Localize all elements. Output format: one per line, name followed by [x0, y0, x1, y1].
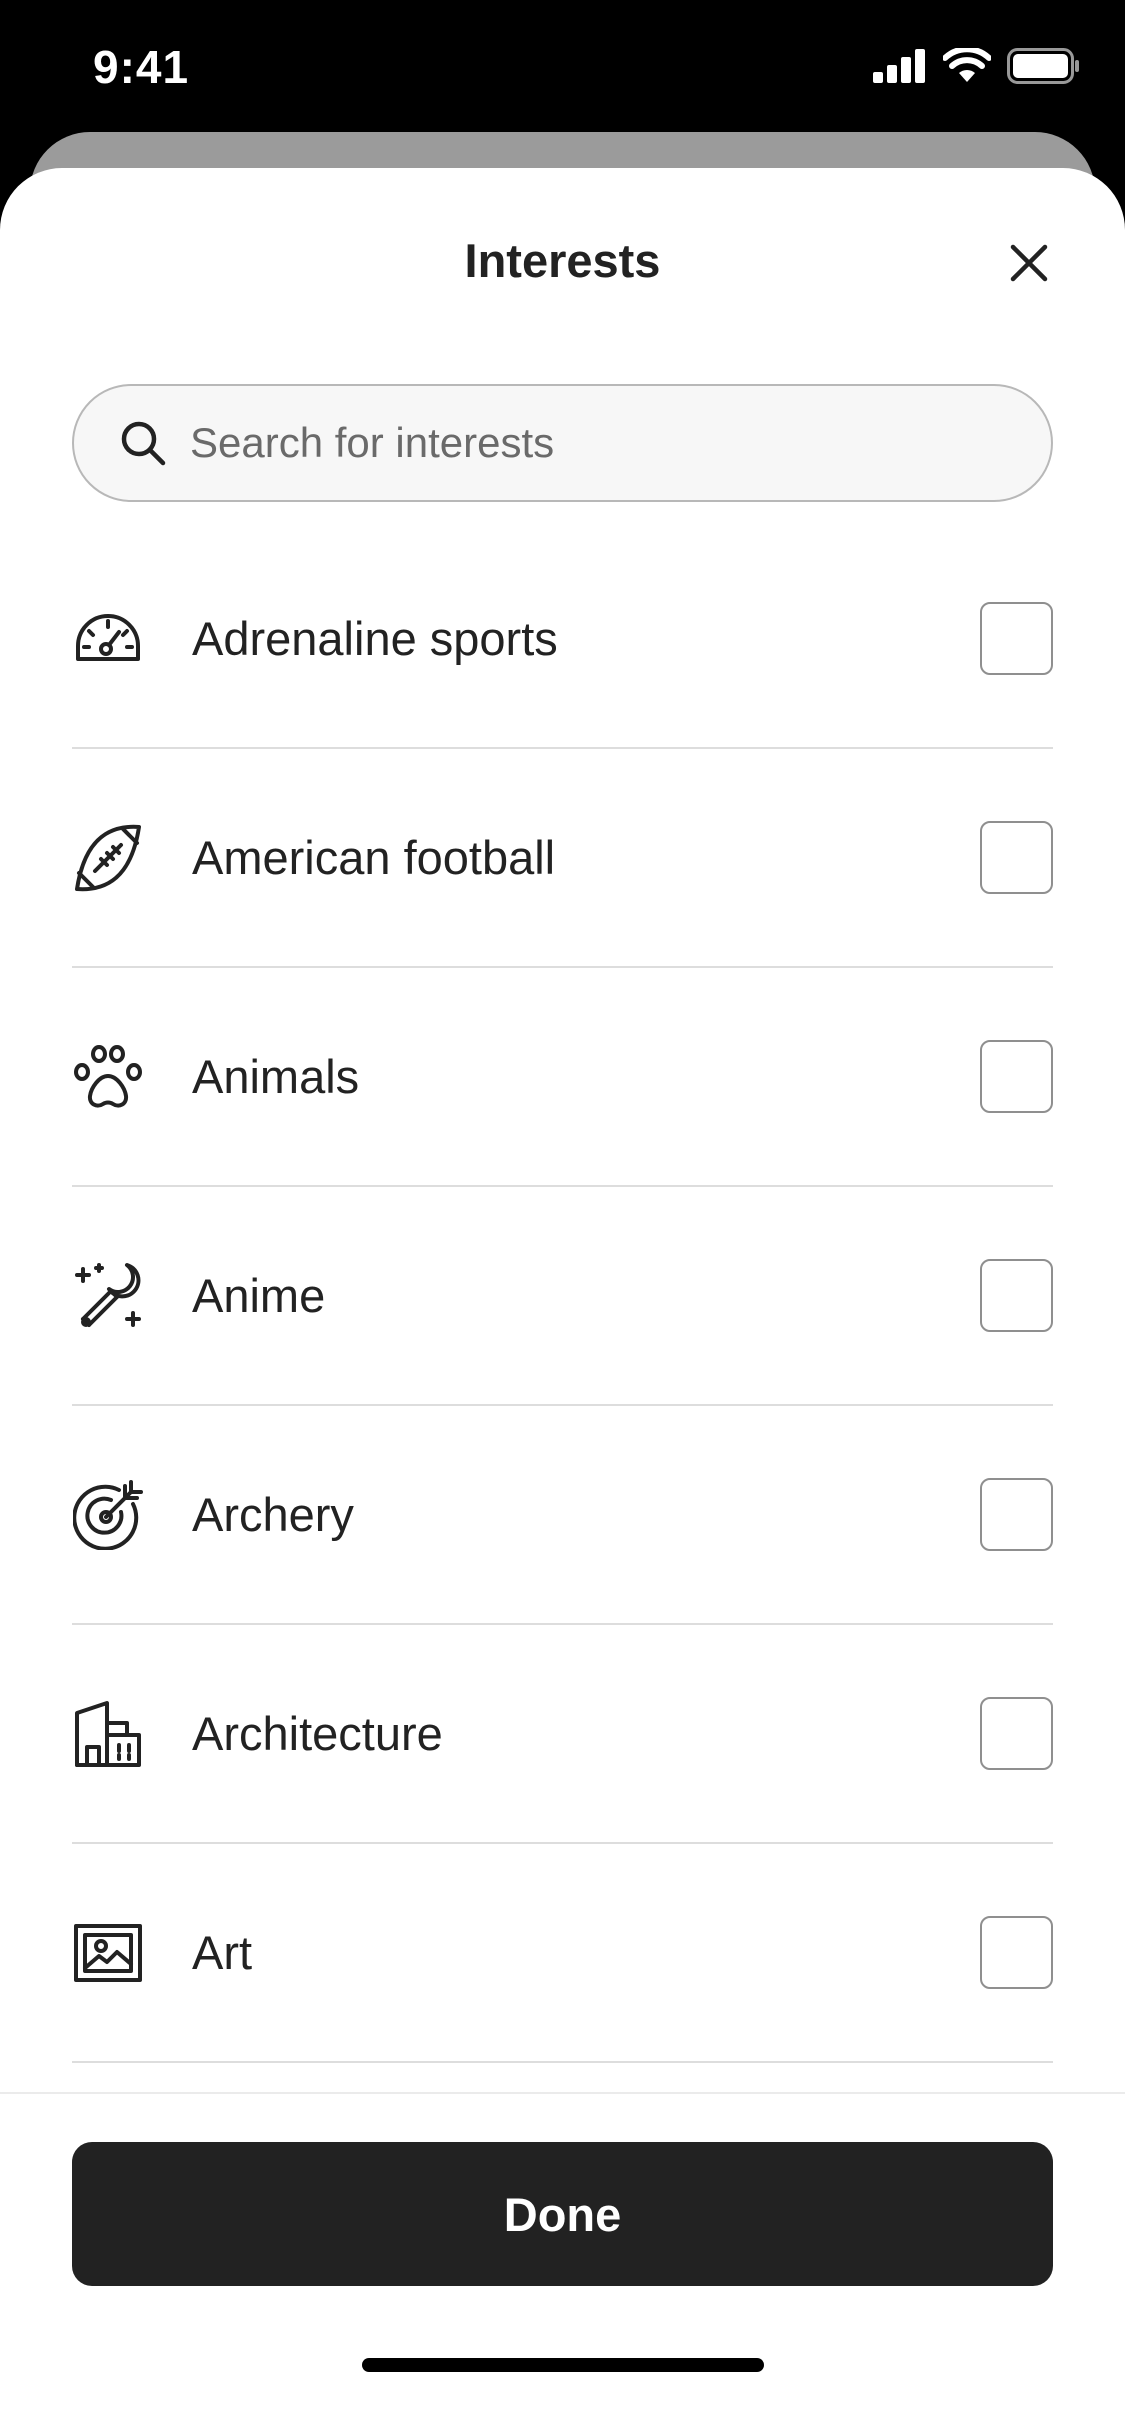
interests-sheet: Interests Search for interests Adrenalin… [0, 168, 1125, 2436]
footer: Done [0, 2092, 1125, 2436]
interest-row-adrenaline-sports[interactable]: Adrenaline sports [72, 530, 1053, 749]
interest-label: Anime [192, 1269, 326, 1322]
interest-checkbox[interactable] [980, 1696, 1053, 1770]
interest-label: Adrenaline sports [192, 612, 558, 665]
close-icon [1010, 244, 1048, 282]
building-icon [72, 1698, 144, 1770]
status-icons [873, 48, 1081, 84]
american-football-icon [72, 822, 144, 894]
interest-label: Animals [192, 1050, 360, 1103]
sheet-title: Interests [464, 234, 661, 287]
interest-checkbox[interactable] [980, 1258, 1053, 1332]
interest-row-art[interactable]: Art [72, 1844, 1053, 2063]
search-input[interactable] [190, 419, 970, 467]
done-button[interactable]: Done [72, 2142, 1053, 2286]
interest-label: Architecture [192, 1707, 443, 1760]
interest-checkbox[interactable] [980, 1915, 1053, 1989]
interest-row-architecture[interactable]: Architecture [72, 1625, 1053, 1844]
interest-label: Art [192, 1926, 253, 1979]
interest-row-american-football[interactable]: American football [72, 749, 1053, 968]
search-icon [118, 418, 168, 468]
interest-label: American football [192, 831, 556, 884]
search-bar[interactable] [72, 384, 1053, 502]
interest-row-archery[interactable]: Archery [72, 1406, 1053, 1625]
interest-checkbox[interactable] [980, 601, 1053, 675]
interest-row-anime[interactable]: Anime [72, 1187, 1053, 1406]
wifi-icon [943, 48, 991, 82]
magic-wand-icon [72, 1260, 144, 1332]
speedometer-icon [72, 603, 144, 675]
interests-list: Adrenaline sports American football Anim… [72, 530, 1053, 2063]
framed-picture-icon [72, 1917, 144, 1989]
interest-checkbox[interactable] [980, 1039, 1053, 1113]
paw-icon [72, 1041, 144, 1113]
status-time: 9:41 [93, 41, 190, 93]
target-arrow-icon [72, 1479, 144, 1551]
interest-row-animals[interactable]: Animals [72, 968, 1053, 1187]
interest-label: Archery [192, 1488, 354, 1541]
interest-checkbox[interactable] [980, 1477, 1053, 1551]
close-button[interactable] [994, 228, 1064, 298]
interest-checkbox[interactable] [980, 820, 1053, 894]
status-bar: 9:41 [0, 0, 1125, 132]
home-indicator [362, 2358, 764, 2372]
battery-icon [1007, 48, 1079, 84]
cellular-signal-icon [873, 49, 925, 83]
